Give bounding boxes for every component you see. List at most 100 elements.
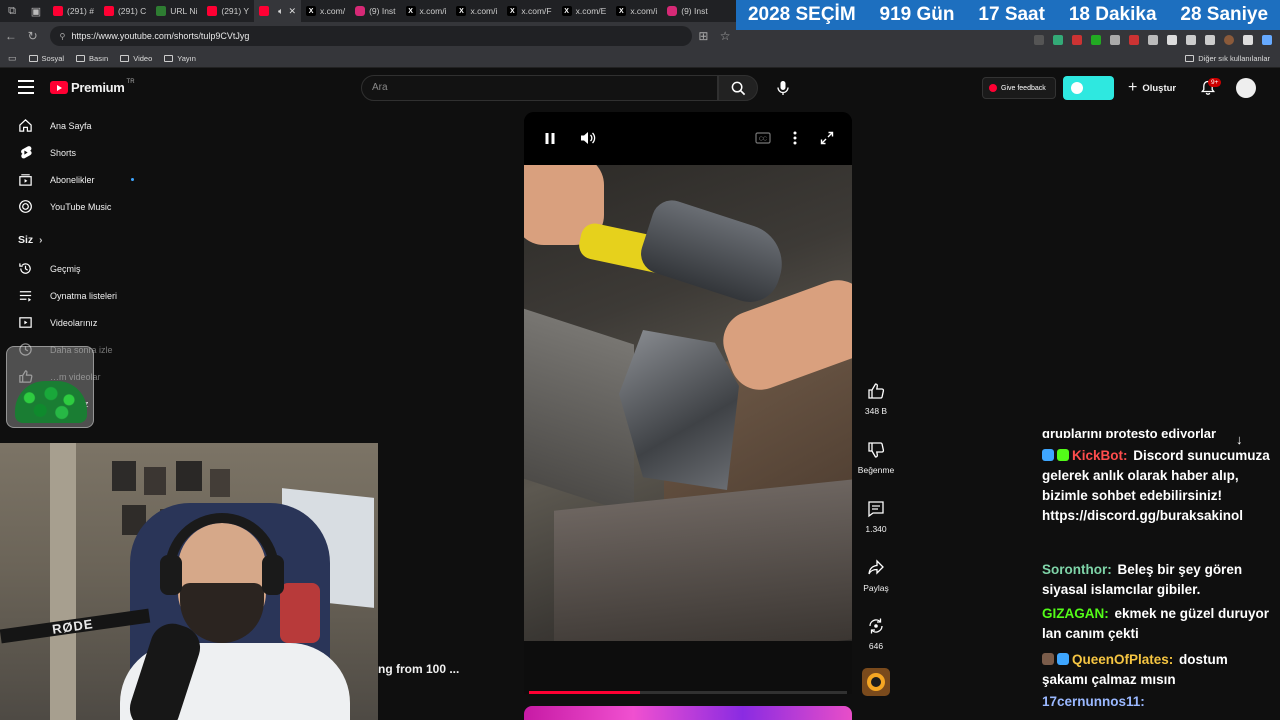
account-avatar[interactable] bbox=[1236, 78, 1256, 98]
extension-icon[interactable] bbox=[1110, 35, 1120, 45]
extension-icon[interactable] bbox=[1091, 35, 1101, 45]
browser-tab[interactable]: (291) # bbox=[48, 0, 99, 22]
more-options-icon[interactable] bbox=[787, 130, 803, 146]
shield-icon[interactable] bbox=[1205, 35, 1215, 45]
music-icon bbox=[0, 199, 50, 214]
chat-username[interactable]: QueenOfPlates: bbox=[1072, 652, 1173, 667]
next-short-preview[interactable] bbox=[524, 706, 852, 720]
extension-icon[interactable] bbox=[1072, 35, 1082, 45]
tab-actions-icon[interactable]: ▣ bbox=[24, 0, 48, 22]
browser-tab[interactable]: (9) Inst bbox=[662, 0, 712, 22]
sidebar-item-shorts[interactable]: Shorts bbox=[0, 139, 160, 166]
pause-button[interactable] bbox=[542, 130, 558, 146]
voice-search-button[interactable] bbox=[775, 80, 791, 96]
sidebar-item-your-videos[interactable]: Videolarınız bbox=[0, 309, 160, 336]
fullscreen-button[interactable] bbox=[819, 130, 835, 146]
player-top-controls: CC bbox=[524, 112, 852, 165]
volume-button[interactable] bbox=[580, 130, 596, 146]
copilot-icon[interactable] bbox=[1262, 35, 1272, 45]
browser-tab[interactable]: 🔈︎ ✕ bbox=[254, 0, 302, 22]
site-info-icon[interactable]: ⚲ bbox=[60, 32, 66, 41]
bookmark-label: Video bbox=[133, 54, 153, 63]
captions-button[interactable]: CC bbox=[755, 130, 771, 146]
browser-tab[interactable]: (291) C bbox=[99, 0, 151, 22]
dislike-button[interactable]: Beğenme bbox=[856, 441, 896, 475]
progress-bar[interactable] bbox=[529, 691, 847, 694]
sidebar-section-you[interactable]: Siz › bbox=[0, 225, 160, 255]
browser-tab[interactable]: Xx.com/i bbox=[611, 0, 662, 22]
chat-username[interactable]: 17cernunnos11: bbox=[1042, 694, 1145, 709]
search-button[interactable] bbox=[718, 75, 758, 101]
extension-toggle[interactable] bbox=[1063, 76, 1114, 100]
sidebar-item-label: Ana Sayfa bbox=[50, 120, 92, 131]
extensions-puzzle-icon[interactable] bbox=[1186, 35, 1196, 45]
like-button[interactable]: 348 B bbox=[856, 382, 896, 416]
channel-avatar[interactable] bbox=[862, 668, 890, 696]
speaker-icon[interactable]: 🔈︎ bbox=[278, 6, 283, 17]
extension-icon[interactable] bbox=[1129, 35, 1139, 45]
browser-tab[interactable]: Xx.com/E bbox=[557, 0, 612, 22]
folder-icon bbox=[1185, 55, 1195, 62]
shorts-player[interactable]: CC bbox=[524, 112, 852, 694]
browser-tab[interactable]: Xx.com/i bbox=[401, 0, 452, 22]
extension-icon[interactable] bbox=[1034, 35, 1044, 45]
split-view-icon[interactable]: ⊞ bbox=[693, 29, 715, 43]
chat-username[interactable]: GIZAGAN: bbox=[1042, 606, 1109, 621]
bookmark-star-icon[interactable]: ☆ bbox=[714, 29, 736, 43]
create-button[interactable]: + Oluştur bbox=[1128, 79, 1176, 97]
sidebar-item-history[interactable]: Geçmiş bbox=[0, 255, 160, 282]
url-field[interactable]: ⚲ https://www.youtube.com/shorts/tulp9CV… bbox=[49, 26, 693, 46]
extension-icon[interactable] bbox=[1053, 35, 1063, 45]
search-input[interactable]: Ara bbox=[361, 75, 718, 101]
your-videos-icon bbox=[0, 315, 50, 330]
extension-icon[interactable] bbox=[1148, 35, 1158, 45]
youtube-premium-logo[interactable]: Premium TR bbox=[50, 79, 135, 95]
feedback-label: Give feedback bbox=[1001, 84, 1046, 92]
workspaces-icon[interactable]: ⧉ bbox=[0, 0, 24, 22]
sidebar-main-section: Ana Sayfa Shorts Abonelikler YouTube Music bbox=[0, 112, 160, 220]
sidebar-item-subscriptions[interactable]: Abonelikler bbox=[0, 166, 160, 193]
browser-tab[interactable]: (291) Y bbox=[202, 0, 254, 22]
apps-icon[interactable]: ▭ bbox=[8, 53, 17, 64]
pause-icon bbox=[545, 132, 555, 144]
sidebar-item-home[interactable]: Ana Sayfa bbox=[0, 112, 160, 139]
browser-tab[interactable]: Xx.com/F bbox=[502, 0, 556, 22]
bookmarks-bar: ▭ Sosyal Basın Video Yayın Diğer sık kullan… bbox=[0, 50, 1280, 68]
share-button[interactable]: Paylaş bbox=[856, 559, 896, 593]
bookmark-folder[interactable]: Yayın bbox=[164, 54, 196, 63]
video-frame[interactable] bbox=[524, 165, 852, 641]
menu-dots-icon[interactable] bbox=[1243, 35, 1253, 45]
x-logo-icon: X bbox=[306, 6, 317, 16]
hamburger-menu-icon[interactable] bbox=[18, 80, 34, 94]
tab-title: (291) C bbox=[117, 6, 147, 16]
history-icon bbox=[0, 261, 50, 276]
candy-pile bbox=[15, 381, 87, 423]
bookmark-folder[interactable]: Basın bbox=[76, 54, 108, 63]
sidebar-item-playlists[interactable]: Oynatma listeleri bbox=[0, 282, 160, 309]
video-hammer-head bbox=[635, 195, 793, 310]
browser-tab[interactable]: (9) Inst bbox=[350, 0, 400, 22]
close-tab-icon[interactable]: ✕ bbox=[289, 6, 297, 17]
chat-username[interactable]: Soronthor: bbox=[1042, 562, 1112, 577]
reload-icon[interactable]: ↻ bbox=[22, 29, 44, 43]
tab-title: x.com/ bbox=[320, 6, 346, 16]
browser-tab[interactable]: URL Ni bbox=[151, 0, 202, 22]
chat-username[interactable]: KickBot: bbox=[1072, 448, 1128, 463]
comments-button[interactable]: 1.340 bbox=[856, 500, 896, 534]
browser-tab[interactable]: Xx.com/i bbox=[451, 0, 502, 22]
x-logo-icon: X bbox=[456, 6, 467, 16]
remix-button[interactable]: 646 bbox=[856, 617, 896, 651]
election-countdown-banner: 2028 SEÇİM 919 Gün 17 Saat 18 Dakika 28 … bbox=[736, 0, 1280, 30]
profile-avatar[interactable] bbox=[1224, 35, 1234, 45]
short-title[interactable]: ng from 100 ... bbox=[378, 662, 459, 676]
back-icon[interactable]: ← bbox=[0, 29, 22, 43]
give-feedback-button[interactable]: Give feedback bbox=[982, 77, 1056, 99]
candy-jar-overlay bbox=[6, 346, 94, 428]
other-bookmarks[interactable]: Diğer sık kullanılanlar bbox=[1185, 54, 1270, 63]
sidebar-item-music[interactable]: YouTube Music bbox=[0, 193, 160, 220]
other-bookmarks-label: Diğer sık kullanılanlar bbox=[1198, 54, 1270, 63]
extension-icon[interactable] bbox=[1167, 35, 1177, 45]
browser-tab[interactable]: Xx.com/ bbox=[301, 0, 350, 22]
bookmark-folder[interactable]: Sosyal bbox=[28, 54, 64, 63]
bookmark-folder[interactable]: Video bbox=[120, 54, 152, 63]
